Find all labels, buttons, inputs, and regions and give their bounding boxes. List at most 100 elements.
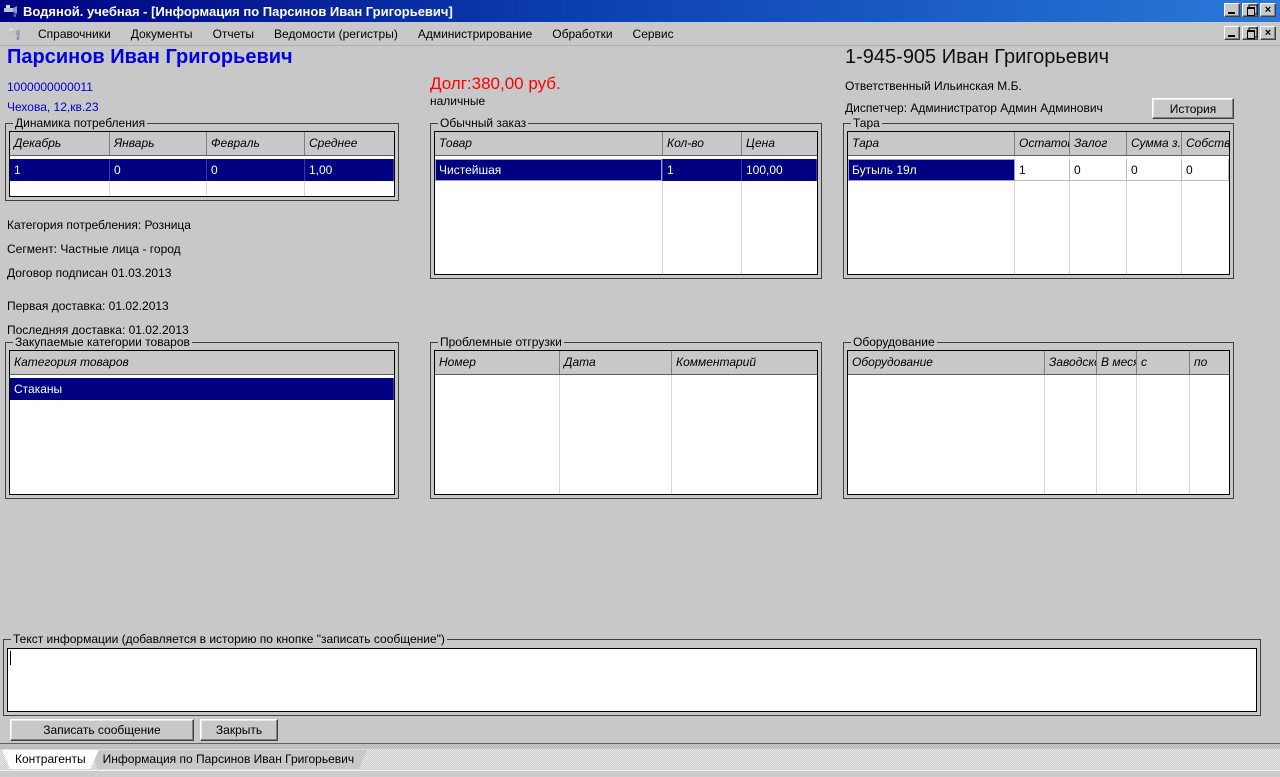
table-row[interactable]: Чистейшая 1 100,00	[435, 159, 817, 181]
table-row[interactable]: 1 0 0 1,00	[10, 159, 394, 181]
table-empty-area	[848, 375, 1229, 494]
payment-type: наличные	[430, 94, 485, 108]
table-cell: 0	[1127, 159, 1182, 181]
column-header: Тара	[848, 132, 1015, 155]
equipment-table: Оборудование Заводской В месяц с по	[847, 350, 1230, 495]
table-cell: Чистейшая	[435, 159, 663, 181]
close-icon: ×	[1265, 5, 1271, 15]
mdi-close-button[interactable]: ×	[1260, 26, 1276, 40]
groupbox-equipment: Оборудование Оборудование Заводской В ме…	[843, 342, 1234, 499]
groupbox-title: Текст информации (добавляется в историю …	[11, 632, 447, 646]
groupbox-message-text: Текст информации (добавляется в историю …	[3, 639, 1261, 716]
groupbox-title: Проблемные отгрузки	[438, 335, 564, 349]
column-header: Сумма з.	[1127, 132, 1182, 155]
debt-amount: Долг:380,00 руб.	[430, 74, 561, 94]
dispatcher-label: Диспетчер: Администратор Админ Админович	[845, 101, 1103, 115]
order-table: Товар Кол-во Цена Чистейшая 1 100,00	[434, 131, 818, 275]
table-empty-area	[848, 181, 1229, 274]
groupbox-title: Тара	[851, 116, 882, 130]
table-cell: Стаканы	[10, 378, 394, 400]
menu-item-vedomosti[interactable]: Ведомости (регистры)	[270, 25, 402, 43]
table-header-row: Категория товаров	[10, 351, 394, 375]
minimize-button[interactable]	[1224, 3, 1240, 17]
groupbox-title: Оборудование	[851, 335, 937, 349]
client-code[interactable]: 1000000000011	[7, 80, 93, 94]
column-header: с	[1137, 351, 1190, 374]
app-icon	[3, 3, 19, 19]
restore-icon	[1247, 7, 1255, 16]
column-header: Собств.	[1182, 132, 1229, 155]
groupbox-title: Обычный заказ	[438, 116, 528, 130]
title-bar[interactable]: Водяной. учебная - [Информация по Парсин…	[0, 0, 1280, 22]
client-address[interactable]: Чехова, 12,кв.23	[7, 100, 99, 114]
groupbox-tare: Тара Тара Остаток Залог Сумма з. Собств.…	[843, 123, 1234, 279]
table-header-row: Декабрь Январь Февраль Среднее	[10, 132, 394, 156]
menu-item-dokumenty[interactable]: Документы	[127, 25, 197, 43]
table-empty-area	[435, 181, 817, 274]
close-icon: ×	[1265, 28, 1271, 38]
window-tab-bar: Контрагенты Информация по Парсинов Иван …	[0, 749, 1280, 770]
column-header: Категория товаров	[10, 351, 394, 374]
groupbox-dynamics: Динамика потребления Декабрь Январь Февр…	[5, 123, 399, 201]
problem-shipments-table: Номер Дата Комментарий	[434, 350, 818, 495]
categories-table: Категория товаров Стаканы	[9, 350, 395, 495]
column-header: В месяц	[1097, 351, 1137, 374]
save-message-button[interactable]: Записать сообщение	[10, 719, 194, 741]
child-window-icon[interactable]	[6, 26, 22, 42]
groupbox-title: Динамика потребления	[13, 116, 147, 130]
table-header-row: Оборудование Заводской В месяц с по	[848, 351, 1229, 375]
history-button[interactable]: История	[1152, 98, 1234, 119]
groupbox-usual-order: Обычный заказ Товар Кол-во Цена Чистейша…	[430, 123, 822, 279]
responsible-label: Ответственный Ильинская М.Б.	[845, 79, 1022, 93]
dynamics-table: Декабрь Январь Февраль Среднее 1 0 0 1,0…	[9, 131, 395, 197]
mdi-minimize-button[interactable]	[1224, 26, 1240, 40]
close-button[interactable]: ×	[1260, 3, 1276, 17]
restore-button[interactable]	[1242, 3, 1258, 17]
menu-item-administrirovanie[interactable]: Администрирование	[414, 25, 536, 43]
menu-item-obrabotki[interactable]: Обработки	[548, 25, 616, 43]
minimize-icon	[1228, 12, 1235, 14]
column-header: Комментарий	[672, 351, 817, 374]
menu-item-servis[interactable]: Сервис	[629, 25, 678, 43]
segment-line: Сегмент: Частные лица - город	[7, 242, 181, 256]
menu-item-spravochniki[interactable]: Справочники	[34, 25, 115, 43]
window-title: Водяной. учебная - [Информация по Парсин…	[23, 4, 453, 19]
table-row[interactable]: Бутыль 19л 1 0 0 0	[848, 159, 1229, 181]
table-empty-area	[10, 181, 394, 196]
table-header-row: Тара Остаток Залог Сумма з. Собств.	[848, 132, 1229, 156]
table-header-row: Номер Дата Комментарий	[435, 351, 817, 375]
message-input[interactable]	[7, 648, 1257, 712]
tab-kontragenty[interactable]: Контрагенты	[2, 750, 99, 769]
column-header: Цена	[742, 132, 817, 155]
table-cell: 1	[10, 159, 110, 181]
table-row[interactable]: Стаканы	[10, 378, 394, 400]
column-header: Номер	[435, 351, 560, 374]
groupbox-purchase-categories: Закупаемые категории товаров Категория т…	[5, 342, 399, 499]
mdi-window-controls: ×	[1224, 26, 1276, 40]
table-empty-area	[10, 400, 394, 494]
window-controls: ×	[1224, 3, 1276, 17]
column-header: Среднее	[305, 132, 394, 155]
consumption-category-line: Категория потребления: Розница	[7, 218, 191, 232]
column-header: Остаток	[1015, 132, 1070, 155]
table-cell: 0	[207, 159, 305, 181]
mdi-restore-button[interactable]	[1242, 26, 1258, 40]
column-header: Январь	[110, 132, 207, 155]
column-header: по	[1190, 351, 1229, 374]
groupbox-problem-shipments: Проблемные отгрузки Номер Дата Комментар…	[430, 342, 822, 499]
tab-client-info[interactable]: Информация по Парсинов Иван Григорьевич	[90, 750, 367, 769]
table-empty-area	[435, 375, 817, 494]
close-form-button[interactable]: Закрыть	[200, 719, 278, 741]
contract-line: Договор подписан 01.03.2013	[7, 266, 171, 280]
column-header: Заводской	[1045, 351, 1097, 374]
menu-item-otchety[interactable]: Отчеты	[209, 25, 258, 43]
minimize-icon	[1228, 35, 1235, 37]
table-cell: 0	[110, 159, 207, 181]
client-name: Парсинов Иван Григорьевич	[7, 46, 293, 69]
menu-bar: Справочники Документы Отчеты Ведомости (…	[0, 22, 1280, 46]
table-cell: Бутыль 19л	[848, 159, 1015, 181]
table-cell: 1	[1015, 159, 1070, 181]
table-cell: 100,00	[742, 159, 817, 181]
column-header: Дата	[560, 351, 672, 374]
table-cell: 1,00	[305, 159, 394, 181]
